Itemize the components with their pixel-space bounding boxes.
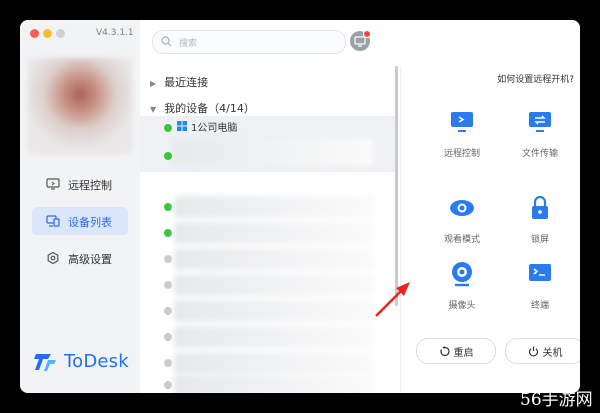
list-item-device-10[interactable] — [140, 372, 396, 393]
list-item-device-4[interactable] — [140, 220, 396, 246]
notification-dot — [363, 30, 371, 38]
sidebar-item-advanced-settings[interactable]: 高级设置 — [32, 244, 128, 272]
device-action-panel: 如何设置远程开机? 远程控制 文件传输 观看模式 锁屏 摄像头 终端 重启 关机 — [401, 66, 580, 393]
my-devices-label: 我的设备（4/14） — [164, 102, 255, 115]
offline-status-dot — [164, 381, 172, 389]
sidebar-item-label: 设备列表 — [68, 216, 112, 229]
offline-status-dot — [164, 307, 172, 315]
logo-text: ToDesk — [64, 350, 129, 372]
blurred-device-info — [174, 196, 374, 218]
device-list: ▶ 最近连接 ▼ 我的设备（4/14） 1公司电脑 — [140, 66, 396, 393]
watermark: 56手游网 — [520, 390, 593, 410]
windows-icon — [177, 121, 187, 131]
power-icon — [528, 346, 538, 357]
chevron-right-icon: ▶ — [150, 79, 157, 88]
search-icon — [161, 36, 172, 47]
shutdown-button[interactable]: 关机 — [505, 338, 580, 364]
action-label: 摄像头 — [448, 301, 476, 311]
list-item-device-5[interactable] — [140, 246, 396, 272]
device-name: 1公司电脑 — [191, 123, 238, 134]
blurred-device-info — [174, 374, 374, 393]
file-transfer-icon — [529, 112, 551, 132]
todesk-logo-icon — [34, 354, 56, 371]
offline-status-dot — [164, 359, 172, 367]
search-placeholder: 搜索 — [179, 39, 198, 49]
search-input[interactable]: 搜索 — [152, 30, 346, 54]
scrollbar[interactable] — [395, 66, 398, 306]
eye-icon — [450, 200, 474, 216]
sidebar-item-label: 远程控制 — [68, 179, 112, 192]
list-item-device-3[interactable] — [140, 194, 396, 220]
sidebar-item-remote-control[interactable]: 远程控制 — [32, 170, 128, 198]
camera-icon — [452, 262, 472, 287]
action-label: 观看模式 — [443, 235, 480, 245]
version-label: V4.3.1.1 — [96, 28, 134, 38]
action-label: 远程控制 — [443, 149, 480, 159]
blurred-device-info — [174, 326, 374, 348]
action-view-mode[interactable]: 观看模式 — [427, 194, 497, 245]
list-item-device-7[interactable] — [140, 298, 396, 324]
restart-button[interactable]: 重启 — [416, 338, 496, 364]
todesk-window: V4.3.1.1 远程控制 设备列表 高级设置 ToDesk 搜索 ▶ 最近连接… — [20, 20, 580, 393]
sidebar-item-label: 高级设置 — [68, 253, 112, 266]
my-devices-header[interactable]: ▼ 我的设备（4/14） — [150, 100, 255, 116]
list-item-device-8[interactable] — [140, 324, 396, 350]
recent-connections-label: 最近连接 — [164, 76, 209, 89]
action-camera[interactable]: 摄像头 — [427, 260, 497, 311]
restart-icon — [439, 345, 450, 356]
remote-control-icon — [451, 112, 473, 132]
add-device-button[interactable] — [350, 30, 371, 51]
sidebar: V4.3.1.1 远程控制 设备列表 高级设置 ToDesk — [20, 20, 140, 393]
annotation-arrow — [375, 282, 410, 317]
blurred-device-info — [174, 274, 374, 296]
action-label: 文件传输 — [521, 149, 558, 159]
shutdown-label: 关机 — [542, 347, 563, 359]
restart-label: 重启 — [453, 347, 474, 359]
avatar[interactable] — [28, 58, 132, 154]
action-label: 锁屏 — [530, 235, 549, 245]
todesk-logo: ToDesk — [34, 350, 129, 372]
terminal-icon — [529, 264, 551, 281]
sidebar-item-device-list[interactable]: 设备列表 — [32, 207, 128, 235]
blurred-device-info — [174, 352, 374, 374]
minimize-window-button[interactable] — [43, 29, 52, 38]
offline-status-dot — [164, 333, 172, 341]
blurred-device-info — [174, 222, 374, 244]
recent-connections-header[interactable]: ▶ 最近连接 — [150, 74, 208, 90]
offline-status-dot — [164, 255, 172, 263]
list-item-device-6[interactable] — [140, 272, 396, 298]
close-window-button[interactable] — [30, 29, 39, 38]
list-item-device-1[interactable]: 1公司电脑 — [140, 116, 396, 172]
online-status-dot — [164, 203, 172, 211]
blurred-device-info — [174, 300, 374, 322]
remote-control-icon — [46, 178, 60, 190]
lock-icon — [532, 195, 548, 219]
action-file-transfer[interactable]: 文件传输 — [505, 108, 575, 159]
action-label: 终端 — [530, 301, 549, 311]
action-lock-screen[interactable]: 锁屏 — [505, 194, 575, 245]
main-area: 搜索 ▶ 最近连接 ▼ 我的设备（4/14） 1公司电脑 如何设置远程开机? 远… — [140, 20, 580, 393]
offline-status-dot — [164, 281, 172, 289]
online-status-dot — [164, 229, 172, 237]
settings-icon — [47, 251, 59, 265]
blurred-device-info — [174, 248, 374, 270]
action-remote-control[interactable]: 远程控制 — [427, 108, 497, 159]
blurred-device-info — [174, 138, 374, 166]
device-list-icon — [46, 215, 60, 227]
maximize-window-button[interactable] — [56, 29, 65, 38]
chevron-down-icon: ▼ — [150, 105, 157, 114]
action-terminal[interactable]: 终端 — [505, 260, 575, 311]
online-status-dot — [164, 124, 172, 132]
online-status-dot — [164, 152, 172, 160]
remote-boot-help-link[interactable]: 如何设置远程开机? — [497, 72, 574, 85]
